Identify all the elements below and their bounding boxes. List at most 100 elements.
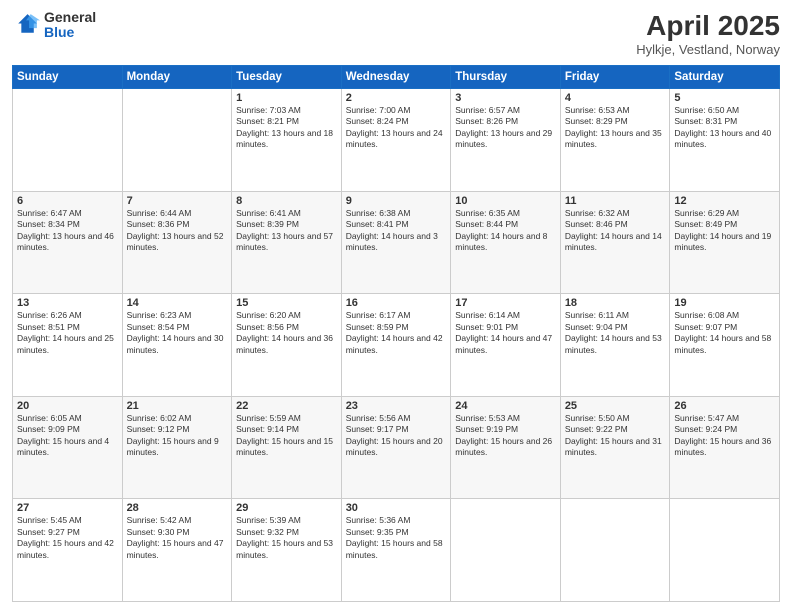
day-number: 1	[236, 92, 337, 104]
calendar-cell: 1Sunrise: 7:03 AM Sunset: 8:21 PM Daylig…	[232, 89, 342, 192]
day-info: Sunrise: 5:59 AM Sunset: 9:14 PM Dayligh…	[236, 413, 337, 459]
day-number: 27	[17, 502, 118, 514]
calendar-cell: 6Sunrise: 6:47 AM Sunset: 8:34 PM Daylig…	[13, 191, 123, 294]
calendar-cell	[13, 89, 123, 192]
calendar-cell: 12Sunrise: 6:29 AM Sunset: 8:49 PM Dayli…	[670, 191, 780, 294]
day-info: Sunrise: 6:32 AM Sunset: 8:46 PM Dayligh…	[565, 208, 666, 254]
day-info: Sunrise: 5:42 AM Sunset: 9:30 PM Dayligh…	[127, 515, 228, 561]
calendar-cell: 30Sunrise: 5:36 AM Sunset: 9:35 PM Dayli…	[341, 499, 451, 602]
calendar-cell: 2Sunrise: 7:00 AM Sunset: 8:24 PM Daylig…	[341, 89, 451, 192]
day-info: Sunrise: 5:39 AM Sunset: 9:32 PM Dayligh…	[236, 515, 337, 561]
calendar-cell: 4Sunrise: 6:53 AM Sunset: 8:29 PM Daylig…	[560, 89, 670, 192]
day-number: 28	[127, 502, 228, 514]
calendar-cell: 10Sunrise: 6:35 AM Sunset: 8:44 PM Dayli…	[451, 191, 561, 294]
day-info: Sunrise: 6:29 AM Sunset: 8:49 PM Dayligh…	[674, 208, 775, 254]
day-info: Sunrise: 6:02 AM Sunset: 9:12 PM Dayligh…	[127, 413, 228, 459]
page: General Blue April 2025 Hylkje, Vestland…	[0, 0, 792, 612]
header: General Blue April 2025 Hylkje, Vestland…	[12, 10, 780, 57]
calendar-cell: 29Sunrise: 5:39 AM Sunset: 9:32 PM Dayli…	[232, 499, 342, 602]
logo-text: General Blue	[44, 10, 96, 41]
day-info: Sunrise: 6:26 AM Sunset: 8:51 PM Dayligh…	[17, 310, 118, 356]
day-number: 7	[127, 195, 228, 207]
calendar-cell: 20Sunrise: 6:05 AM Sunset: 9:09 PM Dayli…	[13, 396, 123, 499]
day-number: 22	[236, 400, 337, 412]
week-row-4: 27Sunrise: 5:45 AM Sunset: 9:27 PM Dayli…	[13, 499, 780, 602]
day-number: 4	[565, 92, 666, 104]
day-info: Sunrise: 5:47 AM Sunset: 9:24 PM Dayligh…	[674, 413, 775, 459]
day-number: 9	[346, 195, 447, 207]
day-number: 30	[346, 502, 447, 514]
calendar-table: Sunday Monday Tuesday Wednesday Thursday…	[12, 65, 780, 602]
calendar-cell: 22Sunrise: 5:59 AM Sunset: 9:14 PM Dayli…	[232, 396, 342, 499]
calendar-cell: 11Sunrise: 6:32 AM Sunset: 8:46 PM Dayli…	[560, 191, 670, 294]
calendar-cell: 16Sunrise: 6:17 AM Sunset: 8:59 PM Dayli…	[341, 294, 451, 397]
day-number: 20	[17, 400, 118, 412]
day-number: 6	[17, 195, 118, 207]
calendar-cell: 28Sunrise: 5:42 AM Sunset: 9:30 PM Dayli…	[122, 499, 232, 602]
logo: General Blue	[12, 10, 96, 41]
day-number: 8	[236, 195, 337, 207]
day-number: 2	[346, 92, 447, 104]
title-month: April 2025	[636, 10, 780, 42]
calendar-cell: 14Sunrise: 6:23 AM Sunset: 8:54 PM Dayli…	[122, 294, 232, 397]
day-info: Sunrise: 6:08 AM Sunset: 9:07 PM Dayligh…	[674, 310, 775, 356]
day-info: Sunrise: 7:03 AM Sunset: 8:21 PM Dayligh…	[236, 105, 337, 151]
day-info: Sunrise: 6:23 AM Sunset: 8:54 PM Dayligh…	[127, 310, 228, 356]
week-row-0: 1Sunrise: 7:03 AM Sunset: 8:21 PM Daylig…	[13, 89, 780, 192]
logo-general: General	[44, 10, 96, 25]
header-sunday: Sunday	[13, 66, 123, 89]
calendar-cell: 3Sunrise: 6:57 AM Sunset: 8:26 PM Daylig…	[451, 89, 561, 192]
calendar-cell: 26Sunrise: 5:47 AM Sunset: 9:24 PM Dayli…	[670, 396, 780, 499]
header-friday: Friday	[560, 66, 670, 89]
day-number: 17	[455, 297, 556, 309]
calendar-cell: 24Sunrise: 5:53 AM Sunset: 9:19 PM Dayli…	[451, 396, 561, 499]
day-info: Sunrise: 6:41 AM Sunset: 8:39 PM Dayligh…	[236, 208, 337, 254]
day-number: 18	[565, 297, 666, 309]
calendar-cell: 15Sunrise: 6:20 AM Sunset: 8:56 PM Dayli…	[232, 294, 342, 397]
calendar-cell: 17Sunrise: 6:14 AM Sunset: 9:01 PM Dayli…	[451, 294, 561, 397]
day-number: 5	[674, 92, 775, 104]
calendar-cell	[670, 499, 780, 602]
title-block: April 2025 Hylkje, Vestland, Norway	[636, 10, 780, 57]
day-info: Sunrise: 7:00 AM Sunset: 8:24 PM Dayligh…	[346, 105, 447, 151]
calendar-cell	[451, 499, 561, 602]
day-info: Sunrise: 5:50 AM Sunset: 9:22 PM Dayligh…	[565, 413, 666, 459]
calendar-cell: 8Sunrise: 6:41 AM Sunset: 8:39 PM Daylig…	[232, 191, 342, 294]
day-number: 23	[346, 400, 447, 412]
calendar-cell: 5Sunrise: 6:50 AM Sunset: 8:31 PM Daylig…	[670, 89, 780, 192]
header-saturday: Saturday	[670, 66, 780, 89]
calendar-cell	[122, 89, 232, 192]
day-info: Sunrise: 6:35 AM Sunset: 8:44 PM Dayligh…	[455, 208, 556, 254]
day-number: 10	[455, 195, 556, 207]
day-info: Sunrise: 6:50 AM Sunset: 8:31 PM Dayligh…	[674, 105, 775, 151]
logo-blue: Blue	[44, 25, 96, 40]
day-number: 25	[565, 400, 666, 412]
day-number: 13	[17, 297, 118, 309]
day-info: Sunrise: 6:05 AM Sunset: 9:09 PM Dayligh…	[17, 413, 118, 459]
calendar-header-row: Sunday Monday Tuesday Wednesday Thursday…	[13, 66, 780, 89]
day-info: Sunrise: 6:11 AM Sunset: 9:04 PM Dayligh…	[565, 310, 666, 356]
calendar-cell: 13Sunrise: 6:26 AM Sunset: 8:51 PM Dayli…	[13, 294, 123, 397]
calendar-cell: 18Sunrise: 6:11 AM Sunset: 9:04 PM Dayli…	[560, 294, 670, 397]
day-number: 24	[455, 400, 556, 412]
day-number: 29	[236, 502, 337, 514]
day-number: 14	[127, 297, 228, 309]
header-monday: Monday	[122, 66, 232, 89]
day-number: 11	[565, 195, 666, 207]
calendar-cell: 9Sunrise: 6:38 AM Sunset: 8:41 PM Daylig…	[341, 191, 451, 294]
day-number: 15	[236, 297, 337, 309]
day-info: Sunrise: 5:36 AM Sunset: 9:35 PM Dayligh…	[346, 515, 447, 561]
day-info: Sunrise: 6:17 AM Sunset: 8:59 PM Dayligh…	[346, 310, 447, 356]
calendar-cell: 25Sunrise: 5:50 AM Sunset: 9:22 PM Dayli…	[560, 396, 670, 499]
calendar-cell: 7Sunrise: 6:44 AM Sunset: 8:36 PM Daylig…	[122, 191, 232, 294]
logo-icon	[12, 11, 40, 39]
day-info: Sunrise: 6:14 AM Sunset: 9:01 PM Dayligh…	[455, 310, 556, 356]
week-row-1: 6Sunrise: 6:47 AM Sunset: 8:34 PM Daylig…	[13, 191, 780, 294]
day-info: Sunrise: 5:56 AM Sunset: 9:17 PM Dayligh…	[346, 413, 447, 459]
day-number: 19	[674, 297, 775, 309]
week-row-2: 13Sunrise: 6:26 AM Sunset: 8:51 PM Dayli…	[13, 294, 780, 397]
calendar-cell: 23Sunrise: 5:56 AM Sunset: 9:17 PM Dayli…	[341, 396, 451, 499]
calendar-cell: 27Sunrise: 5:45 AM Sunset: 9:27 PM Dayli…	[13, 499, 123, 602]
day-info: Sunrise: 5:45 AM Sunset: 9:27 PM Dayligh…	[17, 515, 118, 561]
day-info: Sunrise: 6:38 AM Sunset: 8:41 PM Dayligh…	[346, 208, 447, 254]
